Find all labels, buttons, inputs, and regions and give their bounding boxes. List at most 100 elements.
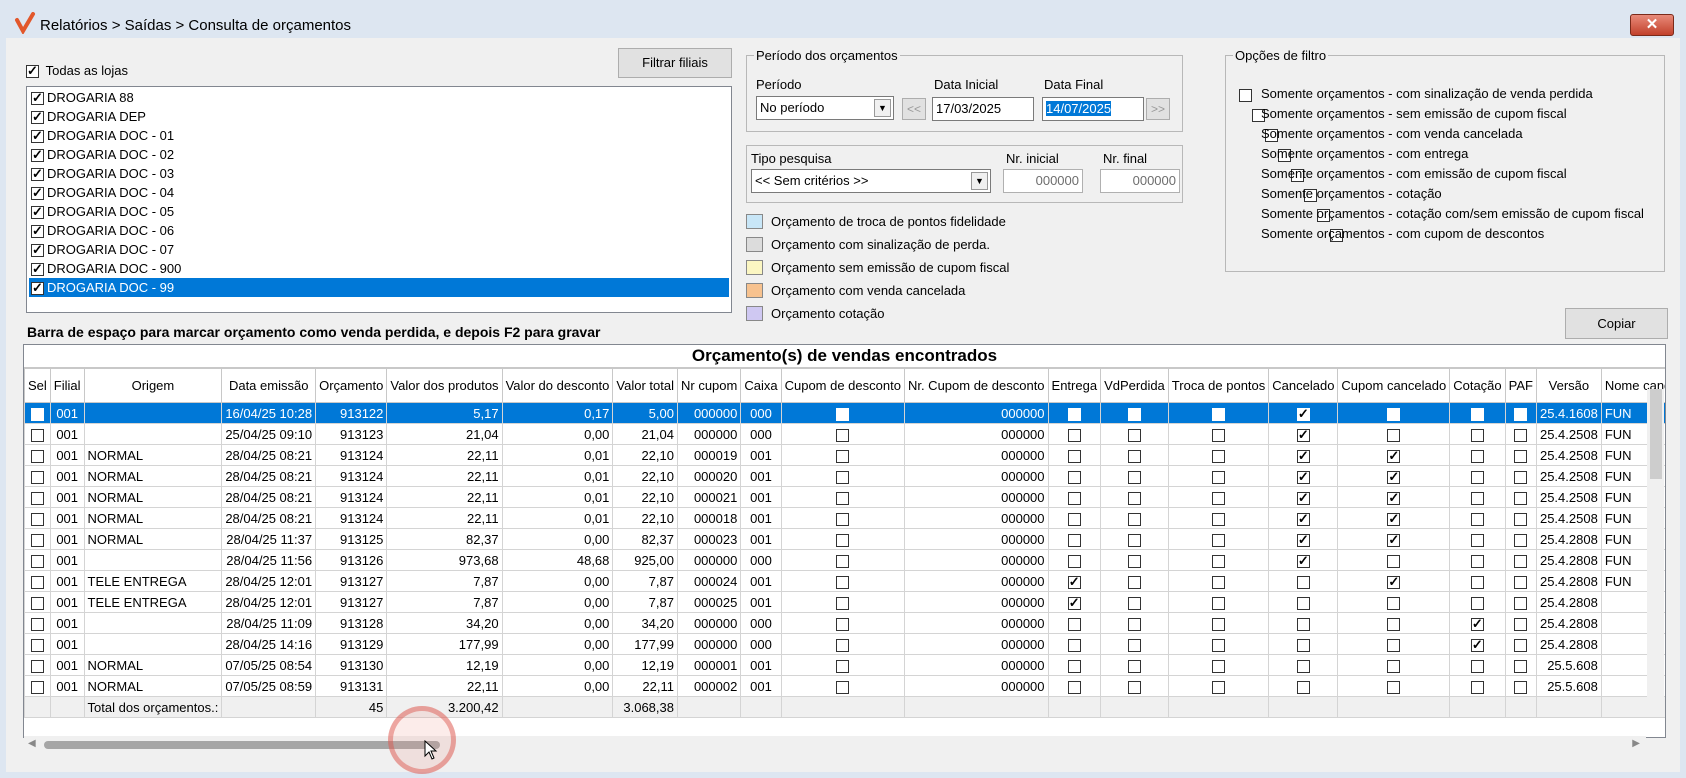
cot-cell[interactable]: [1449, 465, 1506, 487]
paf-cell[interactable]: [1504, 486, 1537, 508]
select-checkbox[interactable]: [30, 407, 44, 421]
cot-cell[interactable]: [1449, 444, 1506, 466]
vdp-cell[interactable]: [1100, 549, 1169, 571]
vdp-checkbox[interactable]: [1127, 512, 1141, 526]
nr-start-input[interactable]: 000000: [1003, 169, 1083, 193]
vdp-checkbox[interactable]: [1127, 575, 1141, 589]
cot-checkbox[interactable]: [1470, 407, 1484, 421]
canc-checkbox[interactable]: [1296, 659, 1310, 673]
nr-end-input[interactable]: 000000: [1100, 169, 1180, 193]
sel-cell[interactable]: [24, 528, 51, 550]
table-row[interactable]: 001 16/04/25 10:28 913122 5,17 0,17 5,00 00000…: [24, 402, 1665, 424]
vdp-cell[interactable]: [1100, 675, 1169, 697]
canc-cell[interactable]: [1268, 549, 1339, 571]
column-header[interactable]: Caixa: [740, 368, 782, 403]
paf-cell[interactable]: [1504, 591, 1537, 613]
table-row[interactable]: 001 28/04/25 11:56 913126 973,68 48,68 925,00…: [24, 549, 1665, 571]
sel-cell[interactable]: [24, 486, 51, 508]
store-checkbox[interactable]: [31, 261, 44, 277]
troca-checkbox[interactable]: [1212, 575, 1226, 589]
troca-cell[interactable]: [1167, 633, 1270, 655]
cupcanc-cell[interactable]: [1337, 612, 1451, 634]
sel-cell[interactable]: [24, 402, 51, 424]
cupcanc-checkbox[interactable]: [1387, 617, 1401, 631]
paf-checkbox[interactable]: [1514, 512, 1528, 526]
discount-coupon-checkbox[interactable]: [836, 575, 850, 589]
discount-coupon-checkbox[interactable]: [836, 554, 850, 568]
paf-cell[interactable]: [1504, 528, 1537, 550]
canc-cell[interactable]: [1268, 675, 1339, 697]
column-header[interactable]: Data emissão: [221, 368, 317, 403]
column-header[interactable]: Cancelado: [1268, 368, 1339, 403]
paf-cell[interactable]: [1504, 507, 1537, 529]
canc-cell[interactable]: [1268, 591, 1339, 613]
sel-cell[interactable]: [24, 423, 51, 445]
cot-cell[interactable]: [1449, 570, 1506, 592]
discount-coupon-cell[interactable]: [780, 486, 905, 508]
paf-checkbox[interactable]: [1514, 470, 1528, 484]
entrega-cell[interactable]: [1047, 654, 1102, 676]
select-checkbox[interactable]: [30, 659, 44, 673]
vdp-checkbox[interactable]: [1127, 554, 1141, 568]
vdp-cell[interactable]: [1100, 570, 1169, 592]
store-checkbox[interactable]: [31, 109, 44, 125]
discount-coupon-cell[interactable]: [780, 612, 905, 634]
paf-checkbox[interactable]: [1514, 659, 1528, 673]
table-row[interactable]: 001 NORMAL 28/04/25 08:21 913124 22,11 0,01 22…: [24, 486, 1665, 508]
table-row[interactable]: 001 28/04/25 14:16 913129 177,99 0,00 177,99 0…: [24, 633, 1665, 655]
column-header[interactable]: VdPerdida: [1100, 368, 1169, 403]
discount-coupon-cell[interactable]: [780, 423, 905, 445]
troca-cell[interactable]: [1167, 444, 1270, 466]
entrega-cell[interactable]: [1047, 423, 1102, 445]
entrega-checkbox[interactable]: [1067, 428, 1081, 442]
entrega-cell[interactable]: [1047, 486, 1102, 508]
entrega-cell[interactable]: [1047, 612, 1102, 634]
column-header[interactable]: Orçamento: [315, 368, 388, 403]
store-item[interactable]: DROGARIA DOC - 01: [29, 126, 729, 145]
cupcanc-cell[interactable]: [1337, 507, 1451, 529]
canc-checkbox[interactable]: [1296, 596, 1310, 610]
paf-checkbox[interactable]: [1514, 449, 1528, 463]
cupcanc-cell[interactable]: [1337, 654, 1451, 676]
select-checkbox[interactable]: [30, 575, 44, 589]
select-checkbox[interactable]: [30, 449, 44, 463]
paf-checkbox[interactable]: [1514, 596, 1528, 610]
vdp-cell[interactable]: [1100, 528, 1169, 550]
paf-checkbox[interactable]: [1514, 575, 1528, 589]
cot-checkbox[interactable]: [1470, 512, 1484, 526]
cupcanc-cell[interactable]: [1337, 528, 1451, 550]
canc-cell[interactable]: [1268, 465, 1339, 487]
canc-cell[interactable]: [1268, 423, 1339, 445]
cupcanc-checkbox[interactable]: [1387, 469, 1401, 485]
column-header[interactable]: Origem: [83, 368, 223, 403]
canc-cell[interactable]: [1268, 444, 1339, 466]
sel-cell[interactable]: [24, 675, 51, 697]
entrega-cell[interactable]: [1047, 402, 1102, 424]
column-header[interactable]: Entrega: [1047, 368, 1102, 403]
store-item[interactable]: DROGARIA DOC - 99: [29, 278, 729, 297]
cot-checkbox[interactable]: [1470, 637, 1484, 653]
cot-checkbox[interactable]: [1470, 596, 1484, 610]
entrega-checkbox[interactable]: [1067, 407, 1081, 421]
entrega-checkbox[interactable]: [1067, 638, 1081, 652]
canc-checkbox[interactable]: [1296, 427, 1310, 443]
cupcanc-cell[interactable]: [1337, 402, 1451, 424]
discount-coupon-cell[interactable]: [780, 654, 905, 676]
sel-cell[interactable]: [24, 549, 51, 571]
canc-checkbox[interactable]: [1296, 575, 1310, 589]
cupcanc-cell[interactable]: [1337, 465, 1451, 487]
sel-cell[interactable]: [24, 591, 51, 613]
select-checkbox[interactable]: [30, 533, 44, 547]
troca-checkbox[interactable]: [1212, 638, 1226, 652]
cot-checkbox[interactable]: [1470, 533, 1484, 547]
entrega-checkbox[interactable]: [1067, 512, 1081, 526]
cupcanc-checkbox[interactable]: [1387, 574, 1401, 590]
column-header[interactable]: Versão: [1535, 368, 1602, 403]
scroll-right-icon[interactable]: ▶: [1632, 738, 1640, 749]
column-header[interactable]: Filial: [49, 368, 85, 403]
entrega-checkbox[interactable]: [1067, 491, 1081, 505]
entrega-checkbox[interactable]: [1067, 617, 1081, 631]
sel-cell[interactable]: [24, 465, 51, 487]
discount-coupon-cell[interactable]: [780, 444, 905, 466]
canc-checkbox[interactable]: [1296, 511, 1310, 527]
